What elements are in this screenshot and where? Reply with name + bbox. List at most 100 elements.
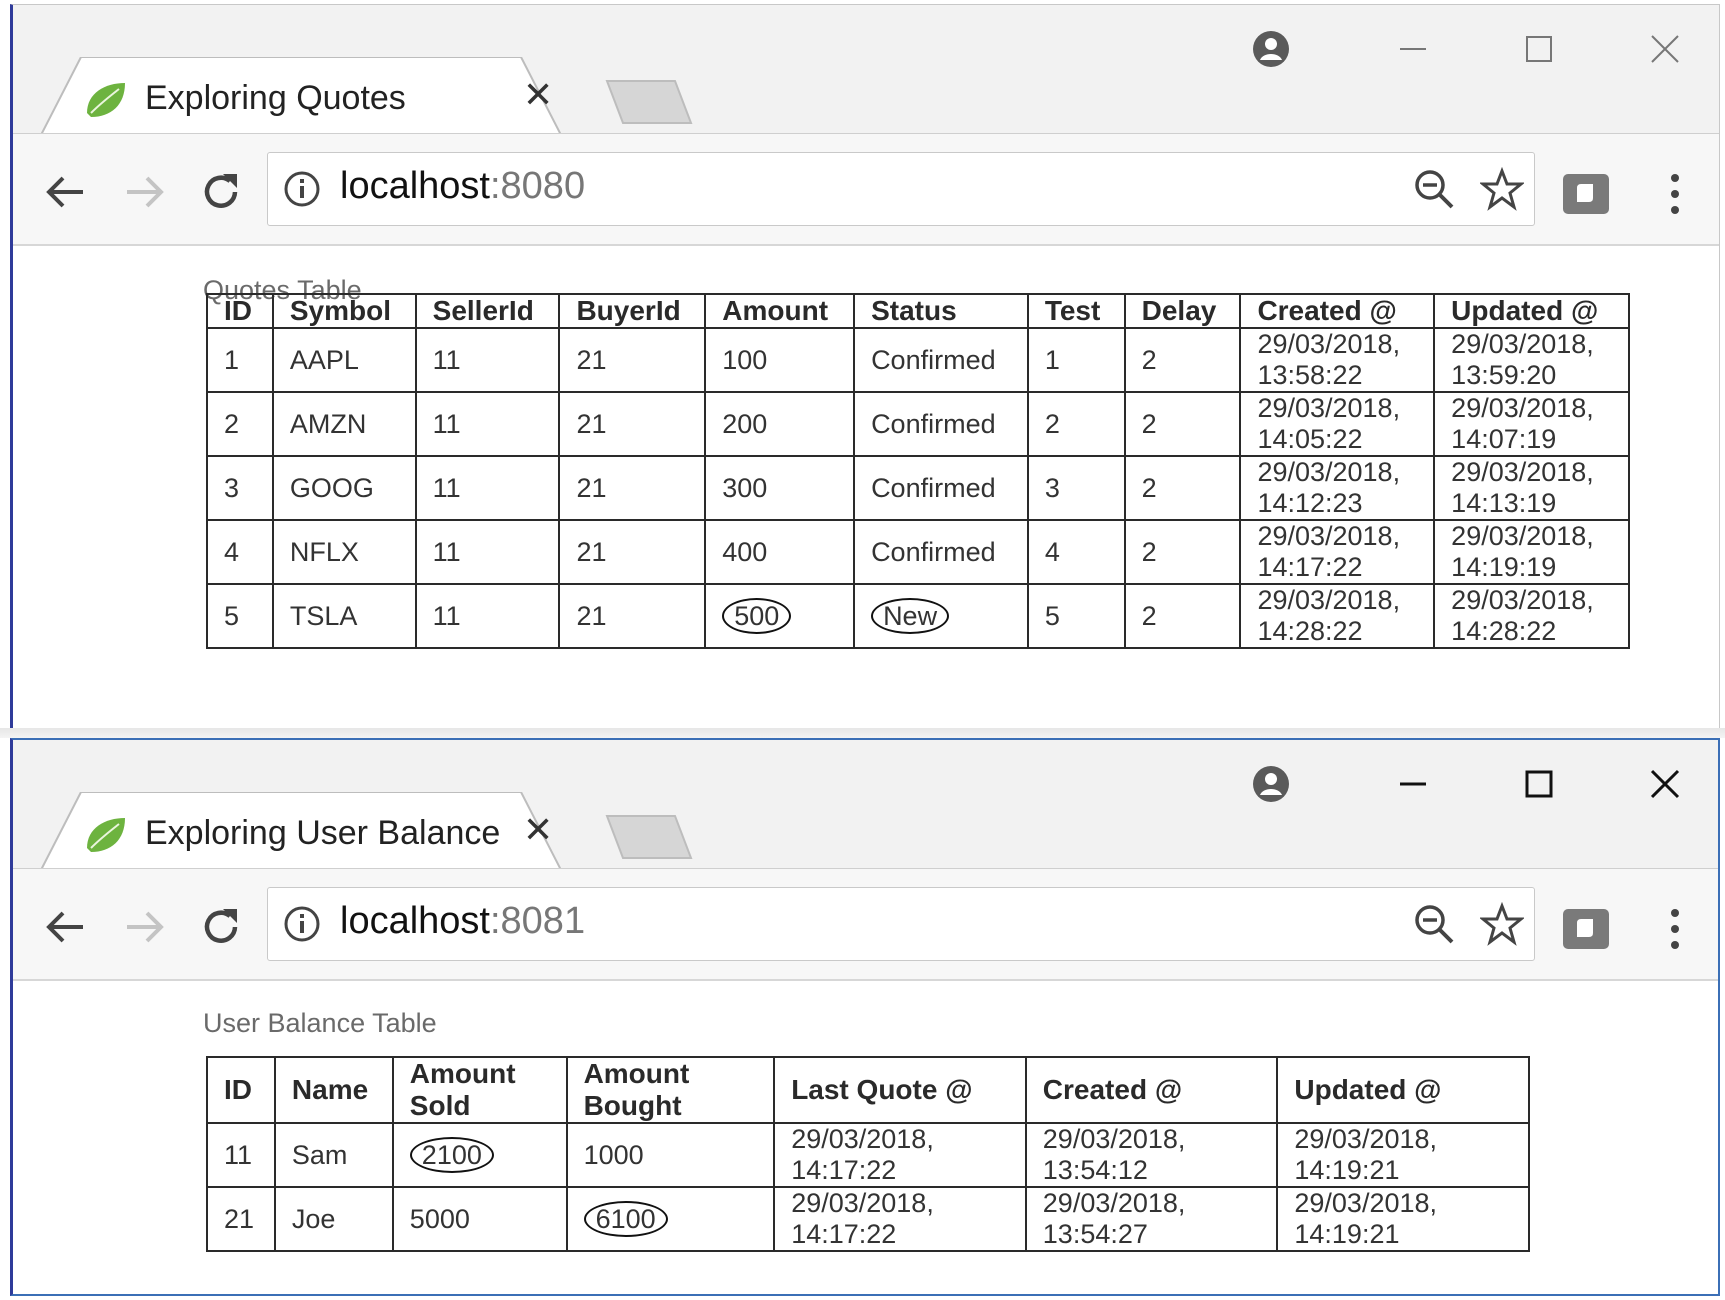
quotes-table: ID Symbol SellerId BuyerId Amount Status… [206, 293, 1630, 649]
maximize-icon[interactable] [1509, 760, 1569, 808]
address-bar[interactable]: localhost:8081 [267, 887, 1535, 961]
url-host: localhost [340, 165, 490, 207]
column-header: ID [206, 1056, 276, 1124]
column-header: Name [273, 1056, 394, 1124]
table-row: 2 AMZN 11 21 200 Confirmed 2 2 29/03/2018, 14:05… [206, 391, 1630, 457]
table-cell: 2 [1123, 391, 1242, 457]
maximize-icon[interactable] [1509, 25, 1569, 73]
reload-icon[interactable] [193, 899, 249, 955]
table-cell: AMZN [271, 391, 417, 457]
tab-close-icon[interactable]: ✕ [523, 812, 553, 848]
column-header: Symbol [271, 293, 417, 329]
table-cell: 11 [414, 519, 561, 585]
table-caption: User Balance Table [203, 1008, 437, 1038]
table-cell: Confirmed [853, 519, 1029, 585]
extension-icon[interactable] [1561, 907, 1611, 951]
back-arrow-icon[interactable] [37, 164, 93, 220]
column-header: Updated @ [1276, 1056, 1530, 1124]
browser-toolbar: localhost:8080 [13, 133, 1719, 246]
forward-arrow-icon[interactable] [117, 899, 173, 955]
table-cell: NFLX [271, 519, 417, 585]
url-text[interactable]: localhost:8081 [340, 900, 585, 943]
address-bar[interactable]: localhost:8080 [267, 152, 1535, 226]
tab-exploring-user-balance[interactable]: Exploring User Balance ✕ [41, 792, 589, 870]
table-cell: 6100 [565, 1186, 776, 1252]
table-cell: 2 [1123, 455, 1242, 521]
table-cell: 2 [1123, 327, 1242, 393]
new-tab-button[interactable] [601, 812, 697, 862]
table-cell: 29/03/2018, 14:28:22 [1239, 583, 1436, 649]
zoom-out-icon[interactable] [1412, 167, 1456, 211]
column-header: Amount Bought [565, 1056, 776, 1124]
close-icon[interactable] [1635, 25, 1695, 73]
column-header: Delay [1123, 293, 1242, 329]
table-cell: 11 [414, 327, 561, 393]
column-header: Amount [704, 293, 856, 329]
star-icon[interactable] [1480, 902, 1524, 946]
table-cell: 11 [414, 583, 561, 649]
tab-exploring-quotes[interactable]: Exploring Quotes ✕ [41, 57, 589, 135]
table-cell: 29/03/2018, 14:19:21 [1276, 1186, 1530, 1252]
table-cell: 21 [558, 391, 707, 457]
table-cell: 500 [704, 583, 856, 649]
menu-icon[interactable] [1665, 905, 1685, 953]
info-icon[interactable] [282, 169, 322, 209]
table-row: 5 TSLA 11 21 500 New 5 2 29/03/2018, 14:28:22 29/… [206, 583, 1630, 649]
table-cell: 11 [206, 1122, 276, 1188]
table-cell: 1 [206, 327, 274, 393]
table-cell: 29/03/2018, 14:28:22 [1433, 583, 1630, 649]
table-cell: 400 [704, 519, 856, 585]
table-cell: 5 [1026, 583, 1126, 649]
star-icon[interactable] [1480, 167, 1524, 211]
url-text[interactable]: localhost:8080 [340, 165, 585, 208]
table-cell: TSLA [271, 583, 417, 649]
column-header: Last Quote @ [773, 1056, 1027, 1124]
url-port: :8081 [489, 900, 586, 942]
forward-arrow-icon[interactable] [117, 164, 173, 220]
user-balance-table: ID Name Amount Sold Amount Bought Last Q… [206, 1056, 1530, 1252]
table-cell: 29/03/2018, 14:19:21 [1276, 1122, 1530, 1188]
column-header: Updated @ [1433, 293, 1630, 329]
zoom-out-icon[interactable] [1412, 902, 1456, 946]
table-cell: 21 [558, 327, 707, 393]
table-cell: 1 [1026, 327, 1126, 393]
table-cell: AAPL [271, 327, 417, 393]
menu-icon[interactable] [1665, 170, 1685, 218]
page-content: User Balance Table ID Name Amount Sold A… [13, 980, 1718, 1294]
table-cell: 29/03/2018, 14:17:22 [773, 1122, 1027, 1188]
back-arrow-icon[interactable] [37, 899, 93, 955]
column-header: BuyerId [558, 293, 707, 329]
minimize-icon[interactable] [1383, 25, 1443, 73]
profile-icon[interactable] [1241, 25, 1301, 73]
table-cell: 29/03/2018, 14:17:22 [1239, 519, 1436, 585]
table-cell: 29/03/2018, 14:13:19 [1433, 455, 1630, 521]
table-cell: 4 [1026, 519, 1126, 585]
table-cell: 200 [704, 391, 856, 457]
table-cell: New [853, 583, 1029, 649]
table-cell: 1000 [565, 1122, 776, 1188]
column-header: SellerId [414, 293, 561, 329]
extension-icon[interactable] [1561, 172, 1611, 216]
info-icon[interactable] [282, 904, 322, 944]
table-cell: Confirmed [853, 455, 1029, 521]
column-header: Status [853, 293, 1029, 329]
table-row: 1 AAPL 11 21 100 Confirmed 1 2 29/03/2018, 13:58… [206, 327, 1630, 393]
close-icon[interactable] [1635, 760, 1695, 808]
minimize-icon[interactable] [1383, 760, 1443, 808]
table-cell: 29/03/2018, 13:54:12 [1024, 1122, 1279, 1188]
table-row: 3 GOOG 11 21 300 Confirmed 3 2 29/03/2018, 14:12… [206, 455, 1630, 521]
url-port: :8080 [489, 165, 586, 207]
tab-title: Exploring Quotes [145, 79, 406, 117]
window-separator [0, 728, 1725, 738]
profile-icon[interactable] [1241, 760, 1301, 808]
table-row: 11 Sam 2100 1000 29/03/2018, 14:17:22 29/03/2… [206, 1122, 1530, 1188]
table-cell: 29/03/2018, 14:19:19 [1433, 519, 1630, 585]
highlighted-value: New [871, 598, 950, 634]
browser-window-quotes: Exploring Quotes ✕ localhost:8080 Quotes… [10, 4, 1720, 730]
browser-window-user-balance: Exploring User Balance ✕ localhost:8081 … [10, 738, 1720, 1296]
table-cell: Sam [273, 1122, 394, 1188]
tab-close-icon[interactable]: ✕ [523, 77, 553, 113]
reload-icon[interactable] [193, 164, 249, 220]
new-tab-button[interactable] [601, 77, 697, 127]
table-cell: 29/03/2018, 13:58:22 [1239, 327, 1436, 393]
